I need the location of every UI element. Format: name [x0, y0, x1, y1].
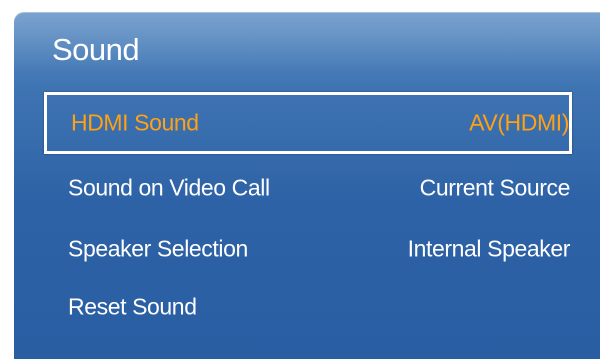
- menu-item-value: AV(HDMI): [469, 109, 569, 136]
- menu-item-reset-sound[interactable]: Reset Sound: [44, 276, 572, 338]
- menu-item-value: Internal Speaker: [407, 235, 571, 262]
- menu-item-value: Current Source: [419, 174, 571, 201]
- menu-item-label: Reset Sound: [68, 293, 197, 320]
- menu-item-speaker-selection[interactable]: Speaker Selection Internal Speaker: [44, 218, 572, 280]
- sound-menu-panel: Sound HDMI Sound AV(HDMI) Sound on Video…: [14, 12, 600, 359]
- menu-item-sound-on-video-call[interactable]: Sound on Video Call Current Source: [44, 157, 572, 219]
- menu-item-label: HDMI Sound: [71, 109, 199, 136]
- menu-item-label: Speaker Selection: [68, 235, 248, 262]
- menu-item-label: Sound on Video Call: [68, 174, 270, 201]
- menu-item-hdmi-sound[interactable]: HDMI Sound AV(HDMI): [44, 92, 572, 154]
- menu-title: Sound: [52, 32, 140, 67]
